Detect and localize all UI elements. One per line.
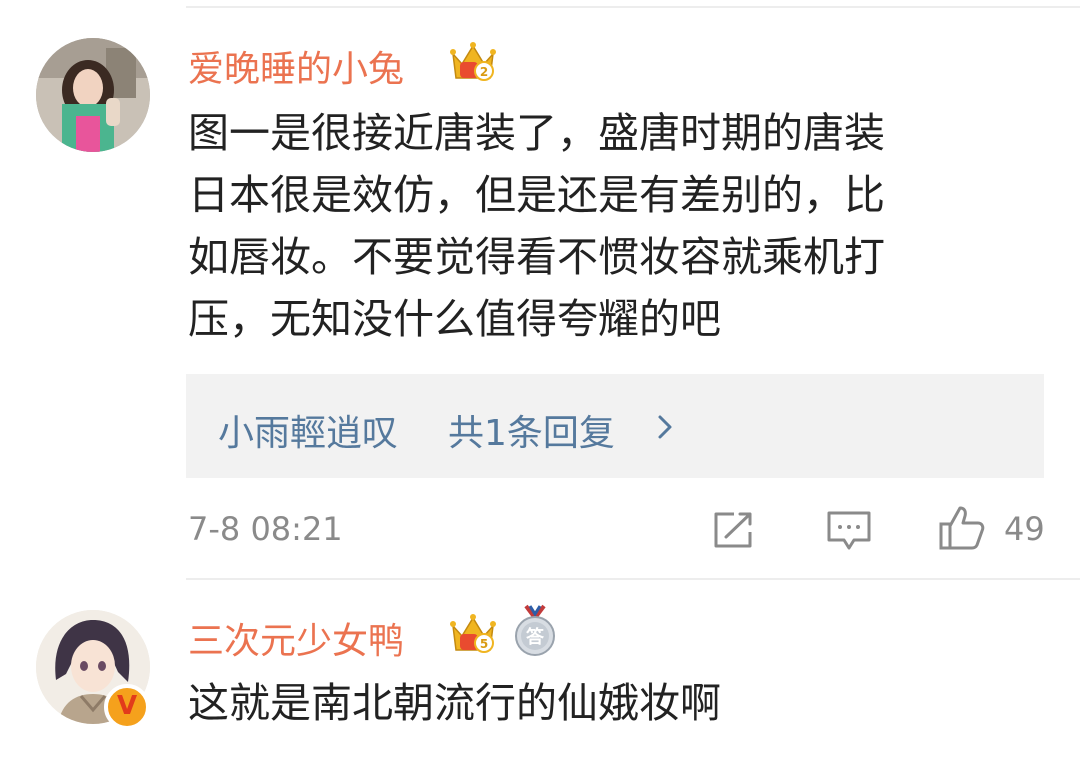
comment-text-line: 图一是很接近唐装了，盛唐时期的唐装 xyxy=(188,109,885,157)
crown-badge-icon: 2 xyxy=(450,40,496,84)
comment-username[interactable]: 三次元少女鸭 xyxy=(188,612,404,664)
crown-badge-icon: 5 xyxy=(450,612,496,656)
comment-icon[interactable] xyxy=(826,510,872,552)
comment-text-line: 日本很是效仿，但是还是有差别的，比 xyxy=(188,171,885,219)
crown-level-2: 5 xyxy=(480,637,488,651)
thumbs-up-icon[interactable] xyxy=(938,504,986,552)
comment-text-line: 压，无知没什么值得夸耀的吧 xyxy=(188,295,721,343)
reply-preview-box[interactable]: 小雨輕逍叹 共1条回复 xyxy=(186,374,1044,478)
medal-label: 答 xyxy=(526,626,545,648)
verified-badge: V xyxy=(104,684,150,730)
share-icon[interactable] xyxy=(712,510,756,550)
medal-badge-icon: 答 xyxy=(512,604,558,658)
comment-username[interactable]: 爱晚睡的小兔 xyxy=(188,40,404,92)
comment-divider xyxy=(186,578,1080,580)
comment-text: 这就是南北朝流行的仙娥妆啊 xyxy=(188,679,721,727)
like-count: 49 xyxy=(1004,510,1045,548)
top-divider xyxy=(186,6,1080,8)
chevron-right-icon xyxy=(658,415,672,439)
reply-author[interactable]: 小雨輕逍叹 xyxy=(218,404,398,456)
user-avatar[interactable] xyxy=(36,38,150,152)
crown-level-1: 2 xyxy=(480,65,488,79)
comment-text-line: 如唇妆。不要觉得看不惯妆容就乘机打 xyxy=(188,233,885,281)
reply-count-link[interactable]: 共1条回复 xyxy=(448,404,615,456)
comment-timestamp: 7-8 08:21 xyxy=(188,510,343,548)
